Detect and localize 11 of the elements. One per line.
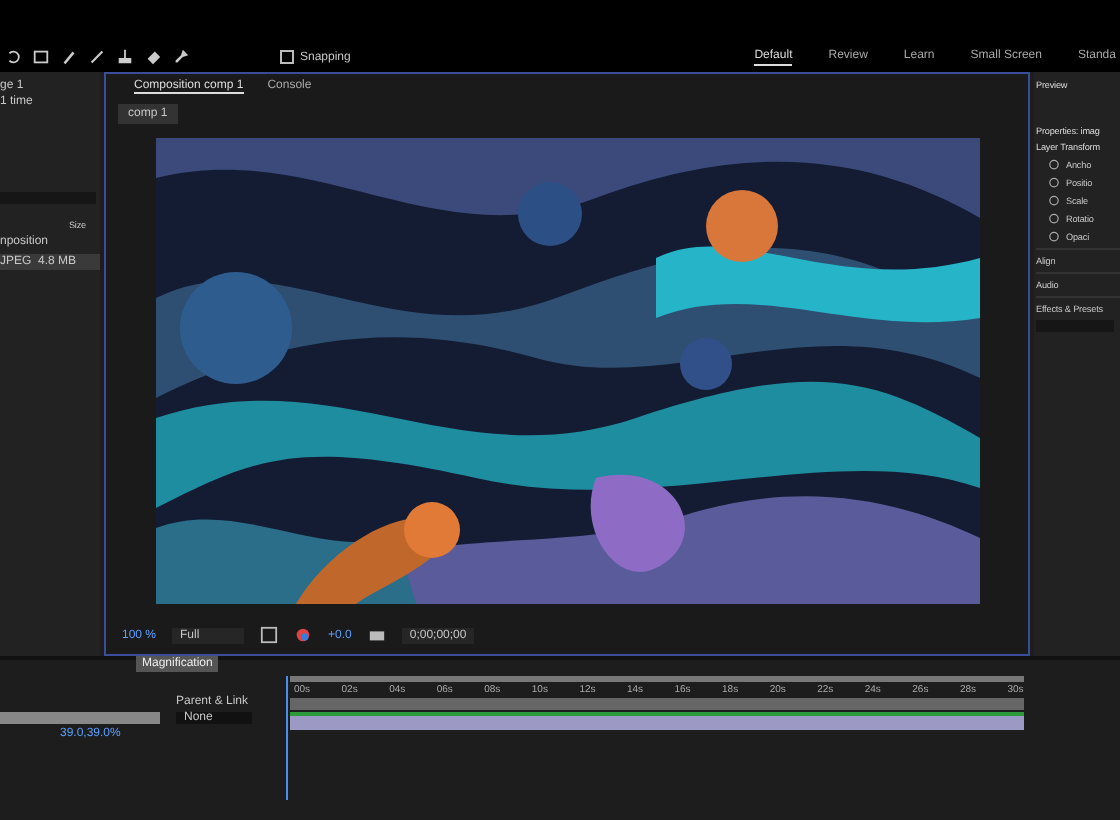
stamp-icon[interactable] bbox=[116, 48, 134, 66]
color-wheel-icon[interactable] bbox=[294, 626, 313, 644]
pin-icon[interactable] bbox=[172, 48, 190, 66]
pen-icon[interactable] bbox=[60, 48, 78, 66]
camera-icon[interactable] bbox=[367, 626, 386, 644]
grid-icon[interactable] bbox=[260, 626, 279, 644]
rectangle-icon[interactable] bbox=[32, 48, 50, 66]
snapping-checkbox[interactable] bbox=[280, 50, 294, 64]
eraser-icon[interactable] bbox=[144, 48, 162, 66]
undo-icon[interactable] bbox=[4, 48, 22, 66]
brush-icon[interactable] bbox=[88, 48, 106, 66]
